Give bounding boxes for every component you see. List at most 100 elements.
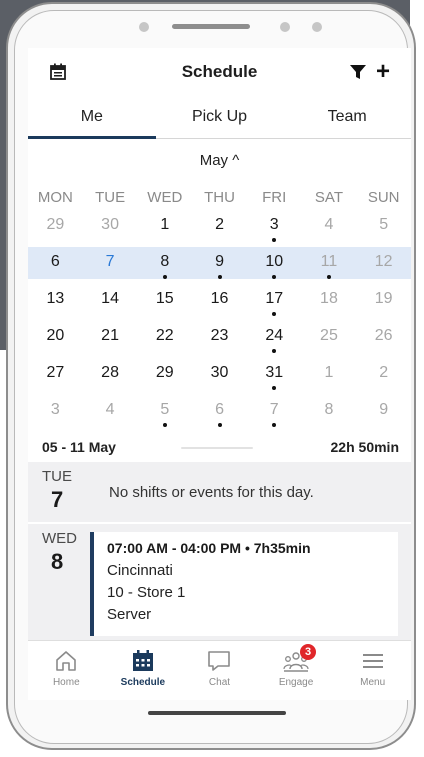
notification-badge: 3 — [300, 644, 317, 660]
day-number: 7 — [51, 487, 64, 512]
calendar-day[interactable]: 23 — [192, 321, 247, 353]
calendar-day[interactable]: 6 — [28, 247, 83, 279]
calendar-day[interactable]: 2 — [192, 210, 247, 242]
event-dot — [272, 312, 277, 316]
nav-chat[interactable]: Chat — [181, 641, 258, 700]
calendar-day[interactable]: 31 — [247, 358, 302, 390]
day-number: 26 — [374, 327, 393, 344]
weekday-label: SAT — [314, 189, 343, 206]
calendar-day[interactable]: 29 — [137, 358, 192, 390]
calendar-day[interactable]: 30 — [83, 210, 138, 242]
day-number: 23 — [210, 327, 229, 344]
add-icon[interactable]: + — [376, 60, 390, 84]
shift-card[interactable]: 07:00 AM - 04:00 PM • 7h35min Cincinnati… — [90, 532, 398, 636]
calendar-day[interactable]: 11 — [302, 247, 357, 279]
tab-pick-up[interactable]: Pick Up — [156, 96, 284, 138]
nav-home[interactable]: Home — [28, 641, 105, 700]
calendar-day[interactable]: 5 — [137, 395, 192, 427]
day-number: 2 — [379, 364, 389, 381]
day-number: 14 — [101, 290, 119, 307]
shift-role: Server — [107, 606, 152, 623]
shift-location: Cincinnati — [107, 562, 173, 579]
event-dot — [162, 423, 167, 427]
filter-icon[interactable] — [350, 64, 366, 85]
calendar-day[interactable]: 7 — [247, 395, 302, 427]
calendar-day[interactable]: 13 — [28, 284, 83, 316]
day-number: 8 — [51, 549, 64, 574]
calendar-day[interactable]: 18 — [302, 284, 357, 316]
calendar-day[interactable]: 8 — [302, 395, 357, 427]
calendar-day[interactable]: 10 — [247, 247, 302, 279]
app-bar: Schedule + — [28, 48, 411, 96]
calendar-day[interactable]: 4 — [302, 210, 357, 242]
day-number: 28 — [101, 364, 119, 381]
calendar-day[interactable]: 9 — [192, 247, 247, 279]
day-number: 5 — [379, 216, 389, 233]
calendar-day[interactable]: 4 — [83, 395, 138, 427]
calendar-day[interactable]: 29 — [28, 210, 83, 242]
day-number: 20 — [46, 327, 65, 344]
calendar-day[interactable]: 7 — [83, 247, 138, 279]
calendar-day[interactable]: 16 — [192, 284, 247, 316]
day-number: 3 — [269, 216, 279, 233]
day-number: 5 — [160, 401, 170, 418]
calendar-icon — [132, 650, 153, 671]
calendar-day[interactable]: 30 — [192, 358, 247, 390]
drag-handle[interactable] — [181, 447, 253, 449]
sensor-dot — [280, 22, 290, 32]
tab-team[interactable]: Team — [283, 96, 411, 138]
day-number: 31 — [265, 364, 284, 381]
calendar-day[interactable]: 1 — [302, 358, 357, 390]
weekday-label: TUE — [95, 189, 126, 206]
nav-engage[interactable]: 3 Engage — [258, 641, 335, 700]
month-toggle[interactable]: May ^ — [28, 152, 411, 169]
day-number: 4 — [324, 216, 334, 233]
calendar-day[interactable]: 19 — [356, 284, 411, 316]
day-number: 29 — [46, 216, 65, 233]
calendar-day[interactable]: 27 — [28, 358, 83, 390]
calendar-day[interactable]: 9 — [356, 395, 411, 427]
calendar-day[interactable]: 22 — [137, 321, 192, 353]
day-number: 27 — [46, 364, 65, 381]
calendar-day[interactable]: 26 — [356, 321, 411, 353]
day-number: 29 — [155, 364, 174, 381]
calendar-day[interactable]: 24 — [247, 321, 302, 353]
day-number: 30 — [101, 216, 119, 233]
calendar-day[interactable]: 5 — [356, 210, 411, 242]
calendar-day[interactable]: 12 — [356, 247, 411, 279]
day-number: 6 — [50, 253, 60, 270]
calendar-day[interactable]: 1 — [137, 210, 192, 242]
day-number: 12 — [374, 253, 393, 270]
event-dot — [326, 275, 331, 279]
day-number: 7 — [105, 253, 115, 270]
calendar-day[interactable]: 3 — [28, 395, 83, 427]
day-row-wed-8: WED 8 07:00 AM - 04:00 PM • 7h35min Cinc… — [28, 524, 411, 640]
calendar-day[interactable]: 8 — [137, 247, 192, 279]
calendar-day[interactable]: 21 — [83, 321, 138, 353]
chat-icon — [208, 651, 231, 671]
tab-me[interactable]: Me — [28, 96, 156, 139]
calendar-day[interactable]: 6 — [192, 395, 247, 427]
nav-menu[interactable]: Menu — [334, 641, 411, 700]
day-number: 15 — [155, 290, 174, 307]
weekday-label: THU — [204, 189, 235, 206]
calendar-day[interactable]: 25 — [302, 321, 357, 353]
calendar-day[interactable]: 15 — [137, 284, 192, 316]
event-dot — [217, 275, 222, 279]
day-number: 16 — [210, 290, 229, 307]
shift-time: 07:00 AM - 04:00 PM • 7h35min — [107, 540, 311, 556]
phone-speaker — [172, 24, 250, 29]
calendar-day[interactable]: 20 — [28, 321, 83, 353]
day-number: 21 — [101, 327, 119, 344]
calendar-day[interactable]: 28 — [83, 358, 138, 390]
week-range: 05 - 11 May — [42, 439, 116, 455]
calendar-day[interactable]: 17 — [247, 284, 302, 316]
day-row-tue-7: TUE 7 No shifts or events for this day. — [28, 462, 411, 522]
nav-label: Engage — [278, 677, 314, 688]
calendar-day[interactable]: 3 — [247, 210, 302, 242]
calendar-day[interactable]: 14 — [83, 284, 138, 316]
day-number: 11 — [320, 253, 338, 270]
nav-schedule[interactable]: Schedule — [105, 641, 182, 700]
calendar-day[interactable]: 2 — [356, 358, 411, 390]
front-camera — [139, 22, 149, 32]
